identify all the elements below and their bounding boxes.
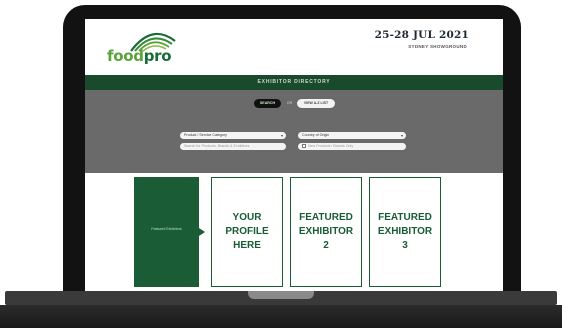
- directory-banner: EXHIBITOR DIRECTORY: [85, 75, 503, 90]
- featured-exhibitors-tile: Featured Exhibitors: [134, 177, 199, 287]
- laptop-screen: foodpro 25-28 JUL 2021 SYDNEY SHOWGROUND…: [85, 19, 503, 291]
- laptop-mockup: foodpro 25-28 JUL 2021 SYDNEY SHOWGROUND…: [0, 0, 562, 328]
- or-separator: OR: [286, 101, 293, 105]
- featured-exhibitors-label: Featured Exhibitors: [151, 227, 182, 231]
- view-all-button[interactable]: VIEW A-Z LIST: [297, 99, 335, 108]
- foodpro-logo[interactable]: foodpro: [107, 27, 181, 67]
- event-venue: SYDNEY SHOWGROUND: [408, 44, 467, 49]
- logo-wordmark: foodpro: [107, 47, 172, 65]
- card-line: FEATURED: [299, 212, 353, 223]
- card-line: HERE: [233, 240, 261, 251]
- laptop-base: [0, 291, 562, 328]
- keyword-search-input[interactable]: Search for Products, Brands & Exhibitors: [180, 143, 286, 150]
- card-line: EXHIBITOR: [377, 226, 433, 237]
- card-line: YOUR: [232, 212, 262, 223]
- featured-card-exhibitor-2[interactable]: FEATURED EXHIBITOR 2: [290, 177, 362, 287]
- product-category-select[interactable]: Product / Service Category ▾: [180, 132, 286, 139]
- keyword-placeholder: Search for Products, Brands & Exhibitors: [184, 144, 250, 148]
- logo-text: foodpro: [107, 47, 172, 65]
- country-select[interactable]: Country of Origin ▾: [298, 132, 406, 139]
- card-line: 3: [402, 240, 408, 251]
- site-header: foodpro 25-28 JUL 2021 SYDNEY SHOWGROUND: [85, 19, 503, 75]
- new-products-label: New Products / Brands Only: [308, 144, 354, 148]
- chevron-down-icon: ▾: [400, 133, 403, 138]
- card-line: FEATURED: [378, 212, 432, 223]
- laptop-base-bottom: [0, 305, 562, 328]
- country-value: Country of Origin: [302, 133, 330, 137]
- laptop-notch: [248, 291, 314, 299]
- featured-section: Featured Exhibitors YOUR PROFILE HERE FE…: [85, 173, 503, 291]
- featured-card-exhibitor-3[interactable]: FEATURED EXHIBITOR 3: [369, 177, 441, 287]
- card-line: 2: [323, 240, 329, 251]
- new-products-toggle[interactable]: New Products / Brands Only: [298, 143, 406, 150]
- product-category-value: Product / Service Category: [184, 133, 227, 137]
- event-dates: 25-28 JUL 2021: [374, 29, 469, 41]
- featured-card-profile[interactable]: YOUR PROFILE HERE: [211, 177, 283, 287]
- directory-title: EXHIBITOR DIRECTORY: [257, 79, 331, 85]
- search-button[interactable]: SEARCH: [254, 99, 281, 108]
- card-line: EXHIBITOR: [298, 226, 354, 237]
- arrow-right-icon: [199, 228, 205, 236]
- checkbox-icon[interactable]: [302, 144, 306, 149]
- card-line: PROFILE: [225, 226, 269, 237]
- chevron-down-icon: ▾: [280, 133, 283, 138]
